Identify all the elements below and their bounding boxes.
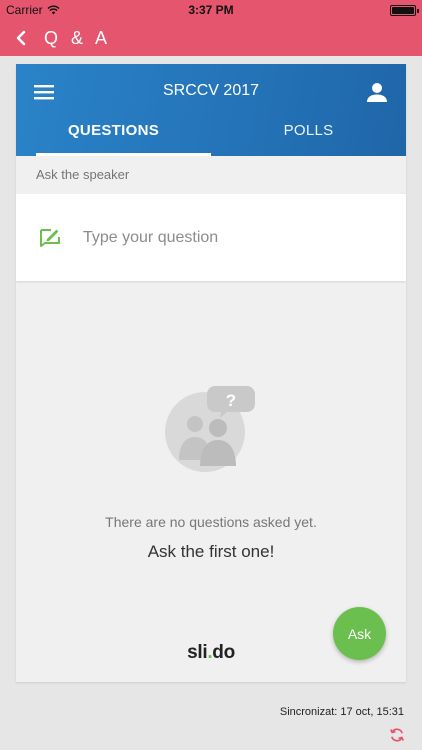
event-title: SRCCV 2017 xyxy=(162,82,260,99)
event-header: SRCCV 2017 QUESTIONS POLLS xyxy=(16,64,406,156)
no-questions-icon: ? xyxy=(165,386,255,472)
svg-text:?: ? xyxy=(226,391,236,410)
question-placeholder: Type your question xyxy=(83,228,219,246)
empty-message: There are no questions asked yet. xyxy=(105,514,317,530)
nav-title: Q & A xyxy=(44,27,112,48)
ask-speaker-label: Ask the speaker xyxy=(36,167,130,182)
back-button[interactable] xyxy=(4,21,38,55)
refresh-icon[interactable] xyxy=(389,727,405,743)
edit-icon xyxy=(40,228,60,247)
question-input[interactable]: Type your question xyxy=(16,194,406,281)
sync-status: Sincronizat: 17 oct, 15:31 xyxy=(279,706,404,718)
status-time: 3:37 PM xyxy=(188,3,234,17)
chevron-left-icon xyxy=(16,30,26,46)
tab-polls[interactable]: POLLS xyxy=(211,104,406,156)
user-icon[interactable] xyxy=(364,80,390,106)
status-bar: Carrier 3:37 PM xyxy=(0,0,422,20)
empty-state: ? There are no questions asked yet. Ask … xyxy=(16,382,406,562)
active-tab-indicator xyxy=(36,153,211,156)
battery-icon xyxy=(390,5,419,16)
ask-button[interactable]: Ask xyxy=(333,607,386,660)
empty-cta: Ask the first one! xyxy=(147,542,275,561)
qa-panel: SRCCV 2017 QUESTIONS POLLS Ask the speak… xyxy=(16,64,406,682)
slido-logo-part1: sli xyxy=(187,642,208,663)
nav-bar: Q & A xyxy=(0,20,422,56)
slido-logo-part2: do xyxy=(212,642,235,663)
tab-bar: QUESTIONS POLLS xyxy=(16,104,406,156)
tab-questions[interactable]: QUESTIONS xyxy=(16,104,211,156)
